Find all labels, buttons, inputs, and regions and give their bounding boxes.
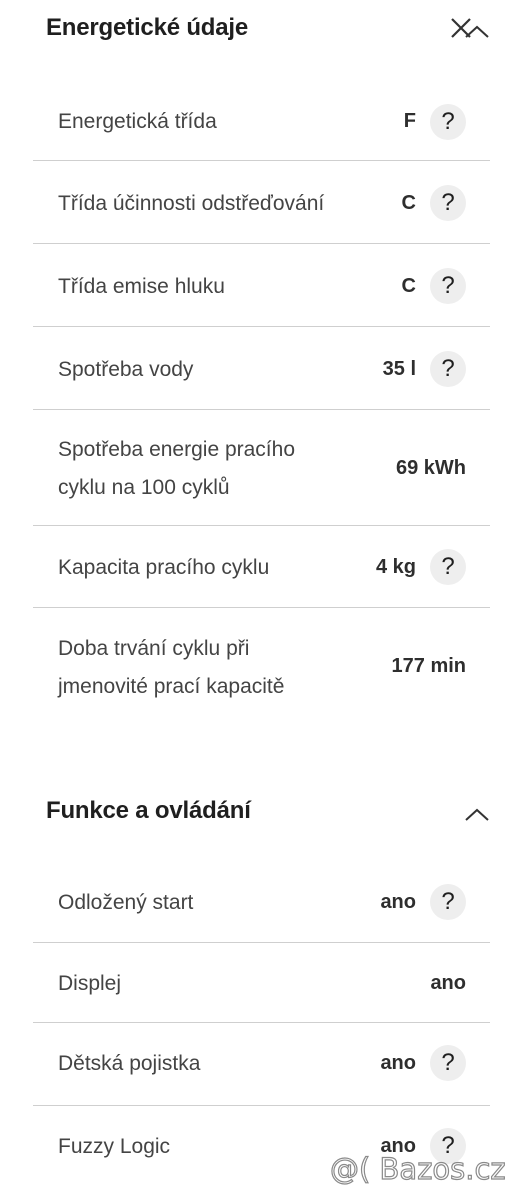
watermark-logo: @( Bazos.cz — [329, 1151, 506, 1186]
spec-value: C — [401, 192, 416, 214]
spec-row-cycle-duration: Doba trvání cyklu při jmenovité prací ka… — [33, 608, 490, 722]
spec-label: Fuzzy Logic — [58, 1135, 171, 1158]
spec-row-noise-class: Třída emise hluku C ? — [33, 244, 490, 327]
question-icon[interactable]: ? — [430, 268, 466, 304]
spec-row-capacity: Kapacita pracího cyklu 4 kg ? — [33, 526, 490, 608]
spec-label: Třída účinnosti odstřeďování — [58, 192, 325, 215]
spec-row-delayed-start: Odložený start ano ? — [33, 863, 490, 943]
spec-value: C — [401, 275, 416, 297]
spec-label: Odložený start — [58, 891, 194, 914]
spec-label-line1: Doba trvání cyklu při — [58, 637, 250, 660]
spec-value: ano — [380, 1052, 416, 1074]
spec-value: 35 l — [382, 358, 416, 380]
spec-row-energy-class: Energetická třída F ? — [33, 83, 490, 161]
section-title: Funkce a ovládání — [46, 797, 251, 824]
spec-label-line2: cyklu na 100 cyklů — [58, 476, 230, 499]
spec-value: 4 kg — [375, 556, 416, 578]
spec-value: F — [403, 110, 416, 132]
spec-label-line1: Spotřeba energie pracího — [58, 438, 295, 461]
spec-value: 177 min — [391, 655, 466, 677]
question-icon[interactable]: ? — [430, 1045, 466, 1081]
question-icon[interactable]: ? — [430, 104, 466, 140]
spec-row-spin-class: Třída účinnosti odstřeďování C ? — [33, 161, 490, 244]
spec-value: ano — [380, 891, 416, 913]
chevron-up-icon[interactable] — [462, 22, 492, 42]
chevron-up-icon[interactable] — [462, 805, 492, 825]
spec-label-line2: jmenovité prací kapacitě — [58, 675, 285, 698]
section-header-functions[interactable]: Funkce a ovládání — [0, 783, 525, 843]
spec-value: 69 kWh — [395, 457, 466, 479]
spec-value: ano — [430, 972, 466, 994]
question-icon[interactable]: ? — [430, 549, 466, 585]
spec-row-energy-consumption: Spotřeba energie pracího cyklu na 100 cy… — [33, 410, 490, 526]
spec-label: Displej — [58, 972, 122, 995]
spec-row-child-lock: Dětská pojistka ano ? — [33, 1023, 490, 1106]
section-title: Energetické údaje — [46, 14, 249, 41]
section-header-energy[interactable]: Energetické údaje — [0, 0, 525, 60]
spec-label: Energetická třída — [58, 110, 217, 133]
spec-label: Kapacita pracího cyklu — [58, 556, 270, 579]
spec-row-display: Displej ano — [33, 943, 490, 1023]
spec-label: Spotřeba vody — [58, 358, 194, 381]
spec-label: Třída emise hluku — [58, 275, 225, 298]
spec-row-water-consumption: Spotřeba vody 35 l ? — [33, 327, 490, 410]
question-icon[interactable]: ? — [430, 351, 466, 387]
spec-label: Dětská pojistka — [58, 1052, 201, 1075]
question-icon[interactable]: ? — [430, 185, 466, 221]
question-icon[interactable]: ? — [430, 884, 466, 920]
